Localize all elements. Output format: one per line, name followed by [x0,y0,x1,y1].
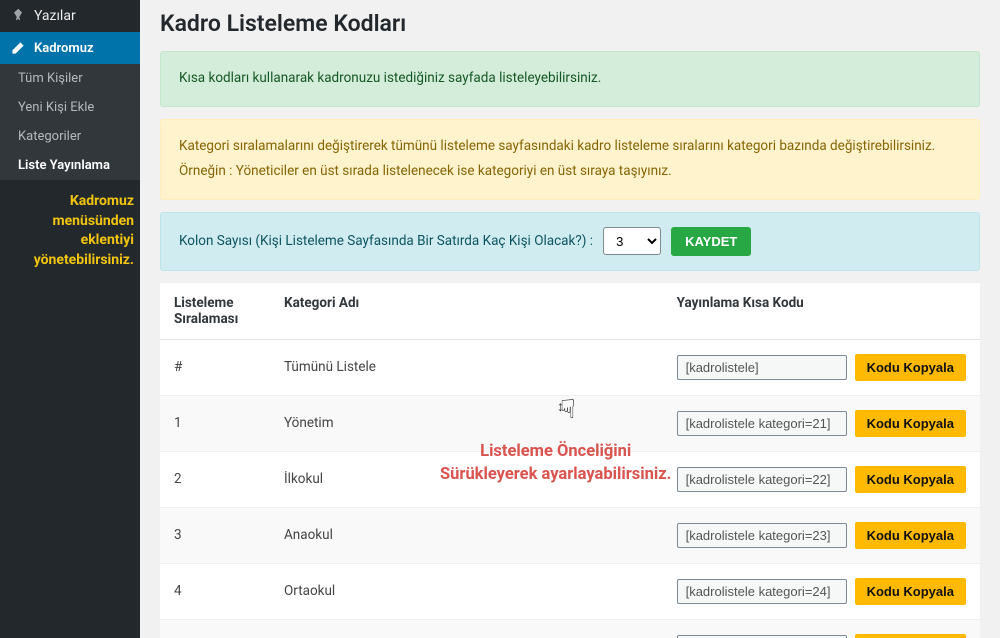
table-row[interactable]: 5Anadolu ve Fen Lisesi Kodu Kopyala [160,619,980,638]
cell-order: 2 [160,451,270,507]
submenu-liste-yayinlama[interactable]: Liste Yayınlama [0,151,140,180]
sidebar-item-label: Kadromuz [34,41,94,56]
cell-code: Kodu Kopyala [663,563,980,619]
save-button[interactable]: KAYDET [671,227,751,256]
main-content: Kadro Listeleme Kodları Kısa kodları kul… [140,0,1000,638]
th-order: Listeleme Sıralaması [160,283,270,340]
copy-code-button[interactable]: Kodu Kopyala [855,466,966,493]
shortcode-input[interactable] [677,467,847,492]
page-title: Kadro Listeleme Kodları [160,10,980,37]
cell-code: Kodu Kopyala [663,395,980,451]
cell-category: Anadolu ve Fen Lisesi [270,619,663,638]
sidebar-annotation: Kadromuz menüsünden eklentiyi yönetebili… [0,180,140,282]
copy-code-button[interactable]: Kodu Kopyala [855,354,966,381]
cell-order: 1 [160,395,270,451]
sidebar-item-label: Yazılar [34,8,76,24]
column-count-label: Kolon Sayısı (Kişi Listeleme Sayfasında … [179,229,593,255]
cell-category: Ortaokul [270,563,663,619]
info-alert-yellow: Kategori sıralamalarını değiştirerek tüm… [160,119,980,200]
copy-code-button[interactable]: Kodu Kopyala [855,410,966,437]
pin-icon [10,8,26,24]
sidebar-submenu: Tüm Kişiler Yeni Kişi Ekle Kategoriler L… [0,64,140,180]
table-row[interactable]: 2İlkokul Kodu Kopyala [160,451,980,507]
cell-category: Anaokul [270,507,663,563]
cell-code: Kodu Kopyala [663,507,980,563]
sidebar-item-kadromuz[interactable]: Kadromuz [0,32,140,64]
table-row[interactable]: #Tümünü Listele Kodu Kopyala [160,339,980,395]
table-row[interactable]: 4Ortaokul Kodu Kopyala [160,563,980,619]
th-category: Kategori Adı [270,283,663,340]
admin-sidebar: Yazılar Kadromuz Tüm Kişiler Yeni Kişi E… [0,0,140,638]
cell-order: 3 [160,507,270,563]
submenu-tum-kisiler[interactable]: Tüm Kişiler [0,64,140,93]
shortcode-table: Listeleme Sıralaması Kategori Adı Yayınl… [160,283,980,638]
info-alert-green: Kısa kodları kullanarak kadronuzu istedi… [160,51,980,107]
cell-order: 4 [160,563,270,619]
shortcode-input[interactable] [677,355,847,380]
shortcode-input[interactable] [677,579,847,604]
edit-icon [10,40,26,56]
submenu-yeni-kisi-ekle[interactable]: Yeni Kişi Ekle [0,93,140,122]
cell-category: Yönetim [270,395,663,451]
copy-code-button[interactable]: Kodu Kopyala [855,634,966,638]
cell-code: Kodu Kopyala [663,619,980,638]
submenu-kategoriler[interactable]: Kategoriler [0,122,140,151]
th-code: Yayınlama Kısa Kodu [663,283,980,340]
cell-code: Kodu Kopyala [663,451,980,507]
cell-code: Kodu Kopyala [663,339,980,395]
cell-order: 5 [160,619,270,638]
column-count-panel: Kolon Sayısı (Kişi Listeleme Sayfasında … [160,212,980,271]
copy-code-button[interactable]: Kodu Kopyala [855,578,966,605]
sidebar-item-posts[interactable]: Yazılar [0,0,140,32]
cell-category: İlkokul [270,451,663,507]
cell-category: Tümünü Listele [270,339,663,395]
cell-order: # [160,339,270,395]
table-row[interactable]: 3Anaokul Kodu Kopyala [160,507,980,563]
shortcode-input[interactable] [677,411,847,436]
column-count-select[interactable]: 3 [603,227,661,255]
copy-code-button[interactable]: Kodu Kopyala [855,522,966,549]
table-row[interactable]: 1Yönetim Kodu Kopyala [160,395,980,451]
shortcode-input[interactable] [677,523,847,548]
